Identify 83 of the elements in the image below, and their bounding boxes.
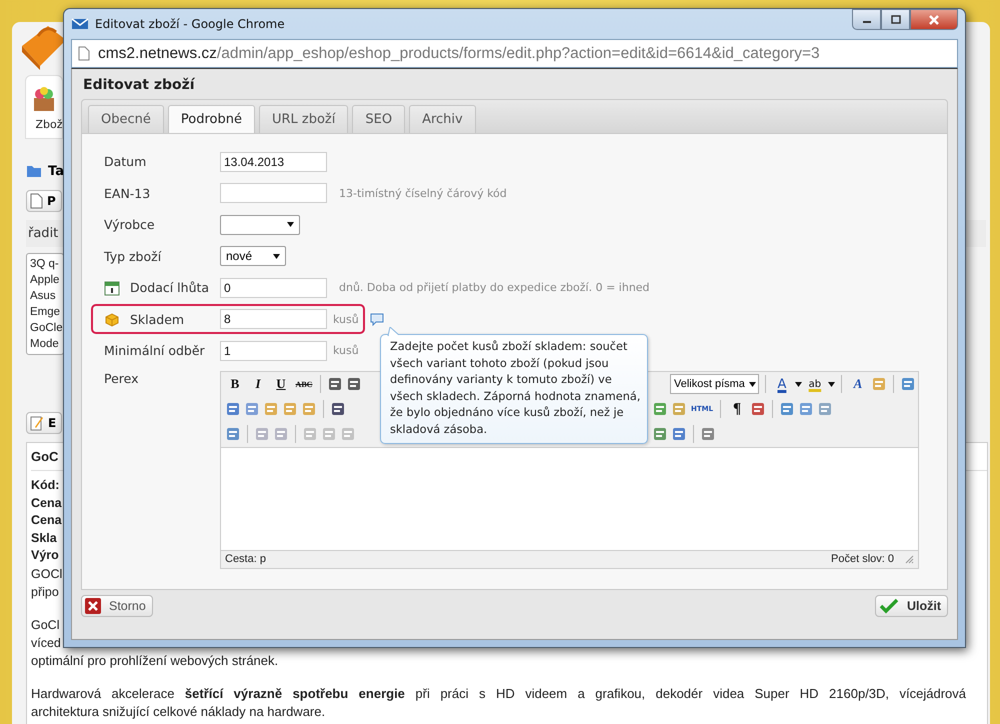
tab[interactable]: SEO — [352, 105, 406, 133]
input-field[interactable] — [220, 183, 327, 204]
document-icon — [30, 193, 43, 209]
check-icon — [878, 598, 899, 614]
text-fragment: GOCl — [31, 566, 62, 582]
list-box[interactable]: 3Q q- Apple Asus Emge GoCle Mode — [26, 253, 64, 355]
field-label: EAN-13 — [104, 186, 152, 201]
tab[interactable]: Obecné — [88, 105, 164, 133]
input-field[interactable]: 0 — [220, 278, 327, 298]
word-count: Počet slov: 0 — [831, 553, 894, 565]
speech-bubble-icon[interactable] — [370, 312, 384, 326]
text-fragment: GoCl — [31, 616, 60, 634]
tab[interactable]: Archiv — [409, 105, 476, 133]
page-icon — [78, 46, 90, 61]
field-label: Perex — [104, 370, 140, 386]
list-item[interactable]: Asus — [30, 288, 56, 304]
field-label: Minimální odběr — [104, 343, 206, 358]
strikethrough-button[interactable]: ABC — [294, 374, 314, 394]
cancel-button[interactable]: Storno — [81, 595, 153, 617]
detail-label: Skla — [31, 530, 57, 546]
field-label: Výrobce — [104, 217, 156, 232]
tooltip-pointer — [387, 327, 401, 336]
close-button[interactable] — [910, 9, 958, 30]
envelope-icon — [71, 17, 89, 31]
caret-icon[interactable] — [273, 254, 280, 259]
detail-label: Kód: — [31, 477, 60, 494]
edit-button[interactable]: E — [26, 412, 62, 434]
italic-button[interactable]: I — [248, 374, 268, 394]
path-label: Cesta: p — [225, 553, 266, 565]
caret-icon[interactable] — [828, 382, 835, 386]
caret-icon[interactable] — [794, 382, 802, 386]
styles-button[interactable]: A — [848, 374, 868, 394]
dialog-title: Editovat zboží — [82, 76, 196, 95]
field-label: Skladem — [130, 312, 184, 327]
detail-label: Výro — [31, 547, 59, 564]
field-label: Dodací lhůta — [130, 280, 210, 296]
close-icon — [928, 14, 940, 24]
minimize-button[interactable] — [852, 9, 881, 30]
highlight-button[interactable]: ab — [804, 374, 825, 394]
section-title: Ta — [48, 164, 64, 178]
page-button[interactable]: P — [26, 190, 62, 212]
bold-button[interactable]: B — [225, 374, 245, 394]
close-icon — [85, 598, 101, 614]
tab[interactable]: Podrobné — [168, 105, 255, 133]
text-fragment: víced — [31, 634, 61, 652]
maximize-icon — [890, 15, 900, 24]
list-item[interactable]: 3Q q- — [30, 256, 59, 272]
detail-label: Cena — [31, 512, 62, 529]
save-button[interactable]: Uložit — [874, 595, 948, 617]
list-item[interactable]: Apple — [30, 272, 60, 288]
list-item[interactable]: Mode — [30, 336, 59, 352]
list-item[interactable]: GoCle — [30, 320, 63, 336]
nav-label: Zbož — [35, 118, 63, 131]
detail-label: Cena — [31, 494, 62, 512]
dropdown[interactable]: nové — [220, 246, 286, 266]
paragraph-button[interactable]: ¶ — [727, 399, 747, 419]
caret-icon[interactable] — [287, 222, 294, 228]
underline-button[interactable]: U — [271, 374, 291, 394]
box-icon — [104, 311, 120, 328]
list-item[interactable]: Emge — [30, 304, 60, 320]
input-field[interactable]: 1 — [220, 340, 327, 361]
maximize-button[interactable] — [881, 9, 910, 30]
text-line: optimální pro prohlížení webových stránek. — [31, 652, 278, 670]
font-color-button[interactable]: A — [772, 374, 792, 394]
tab[interactable]: URL zboží — [258, 105, 348, 133]
paragraph: Hardwarová akcelerace šetřící výrazně spotřebu energie při práci s HD videem a grafikou, dekodér videa Super HD 2160p/3D, vícejádrová architektura snižující celkové náklady na hardware. — [31, 684, 966, 721]
input-field[interactable]: 13.04.2013 — [220, 152, 327, 172]
folder-icon — [26, 164, 42, 178]
input-field[interactable]: 8 — [220, 309, 327, 330]
text-fragment: připo — [31, 584, 59, 600]
unit-label: kusů — [333, 312, 359, 326]
font-size-select[interactable]: Velikost písma — [670, 374, 759, 394]
resize-grip-icon[interactable] — [904, 554, 914, 564]
unit-label: kusů — [333, 344, 359, 358]
field-label: Typ zboží — [104, 248, 162, 264]
field-hint: 13-timístný číselný čárový kód — [339, 186, 507, 200]
caret-icon[interactable] — [748, 382, 756, 386]
field-label: Datum — [104, 154, 148, 170]
nav-tab[interactable]: Zbož — [25, 75, 63, 139]
field-hint: dnů. Doba od přijetí platby do expedice zboží. 0 = ihned — [339, 281, 650, 294]
window-title: Editovat zboží - Google Chrome — [95, 17, 286, 31]
gift-box-icon — [31, 86, 57, 112]
pencil-icon — [30, 415, 44, 431]
